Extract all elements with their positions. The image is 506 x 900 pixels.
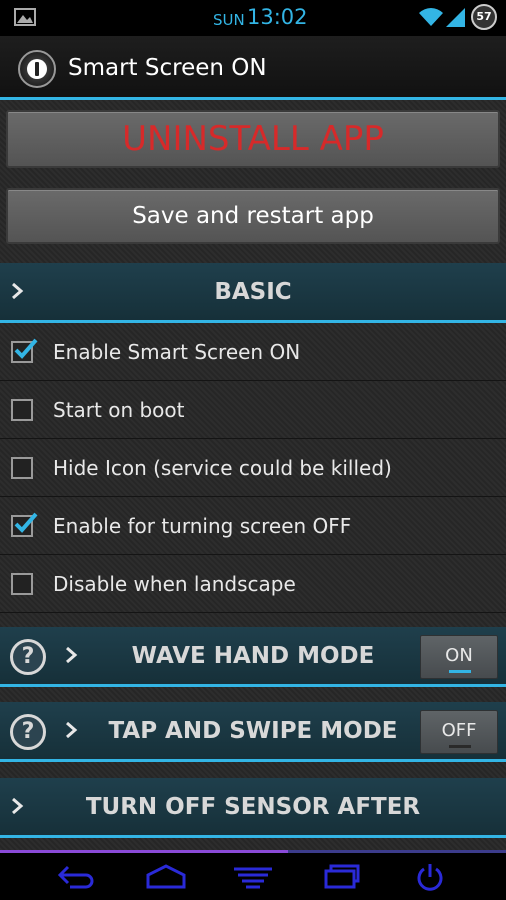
- tap-mode-toggle[interactable]: OFF: [420, 710, 498, 754]
- scroll-indicator: [0, 850, 288, 853]
- setting-row-landscape[interactable]: Disable when landscape: [0, 555, 506, 613]
- app-title: Smart Screen ON: [68, 55, 267, 81]
- setting-label: Enable Smart Screen ON: [53, 340, 301, 364]
- setting-label: Disable when landscape: [53, 572, 296, 596]
- setting-label: Hide Icon (service could be killed): [53, 456, 392, 480]
- save-restart-button[interactable]: Save and restart app: [6, 188, 500, 244]
- power-icon[interactable]: [414, 861, 446, 893]
- action-bar: Smart Screen ON: [0, 36, 506, 100]
- wave-mode-toggle[interactable]: ON: [420, 635, 498, 679]
- setting-row-start-on-boot[interactable]: Start on boot: [0, 381, 506, 439]
- section-basic-label: BASIC: [214, 279, 292, 305]
- setting-row-enable[interactable]: Enable Smart Screen ON: [0, 323, 506, 381]
- app-logo-icon[interactable]: [18, 50, 56, 88]
- status-bar: SUN 13:02 57: [0, 0, 506, 36]
- recent-apps-icon[interactable]: [322, 861, 362, 891]
- setting-label: Enable for turning screen OFF: [53, 514, 352, 538]
- power-icon: [27, 59, 47, 79]
- battery-badge: 57: [471, 4, 497, 30]
- section-sensor[interactable]: TURN OFF SENSOR AFTER: [0, 778, 506, 838]
- back-icon[interactable]: [56, 861, 96, 891]
- gallery-icon: [14, 8, 36, 26]
- checkbox-screen-off[interactable]: [11, 512, 38, 537]
- setting-label: Start on boot: [53, 398, 185, 422]
- section-wave-hand[interactable]: ? WAVE HAND MODE ON: [0, 627, 506, 687]
- check-icon: [14, 512, 38, 533]
- section-basic[interactable]: BASIC: [0, 263, 506, 323]
- status-day: SUN: [213, 11, 245, 29]
- section-sensor-label: TURN OFF SENSOR AFTER: [85, 794, 421, 820]
- setting-row-hide-icon[interactable]: Hide Icon (service could be killed): [0, 439, 506, 497]
- settings-content[interactable]: UNINSTALL APP Save and restart app BASIC…: [0, 100, 506, 850]
- checkbox-hide-icon[interactable]: [11, 457, 33, 479]
- checkbox-landscape[interactable]: [11, 573, 33, 595]
- checkbox-enable[interactable]: [11, 338, 38, 363]
- navigation-bar: [0, 850, 506, 900]
- status-time: 13:02: [247, 5, 308, 29]
- toggle-label: ON: [445, 645, 473, 666]
- checkbox-start-on-boot[interactable]: [11, 399, 33, 421]
- menu-icon[interactable]: [232, 861, 274, 891]
- check-icon: [14, 338, 38, 359]
- wifi-icon: [419, 8, 443, 26]
- section-tap-swipe[interactable]: ? TAP AND SWIPE MODE OFF: [0, 702, 506, 762]
- toggle-indicator: [449, 745, 471, 748]
- signal-icon: [446, 8, 465, 27]
- toggle-indicator: [449, 670, 471, 673]
- home-icon[interactable]: [144, 861, 188, 891]
- toggle-label: OFF: [441, 720, 477, 741]
- setting-row-screen-off[interactable]: Enable for turning screen OFF: [0, 497, 506, 555]
- uninstall-button[interactable]: UNINSTALL APP: [6, 110, 500, 168]
